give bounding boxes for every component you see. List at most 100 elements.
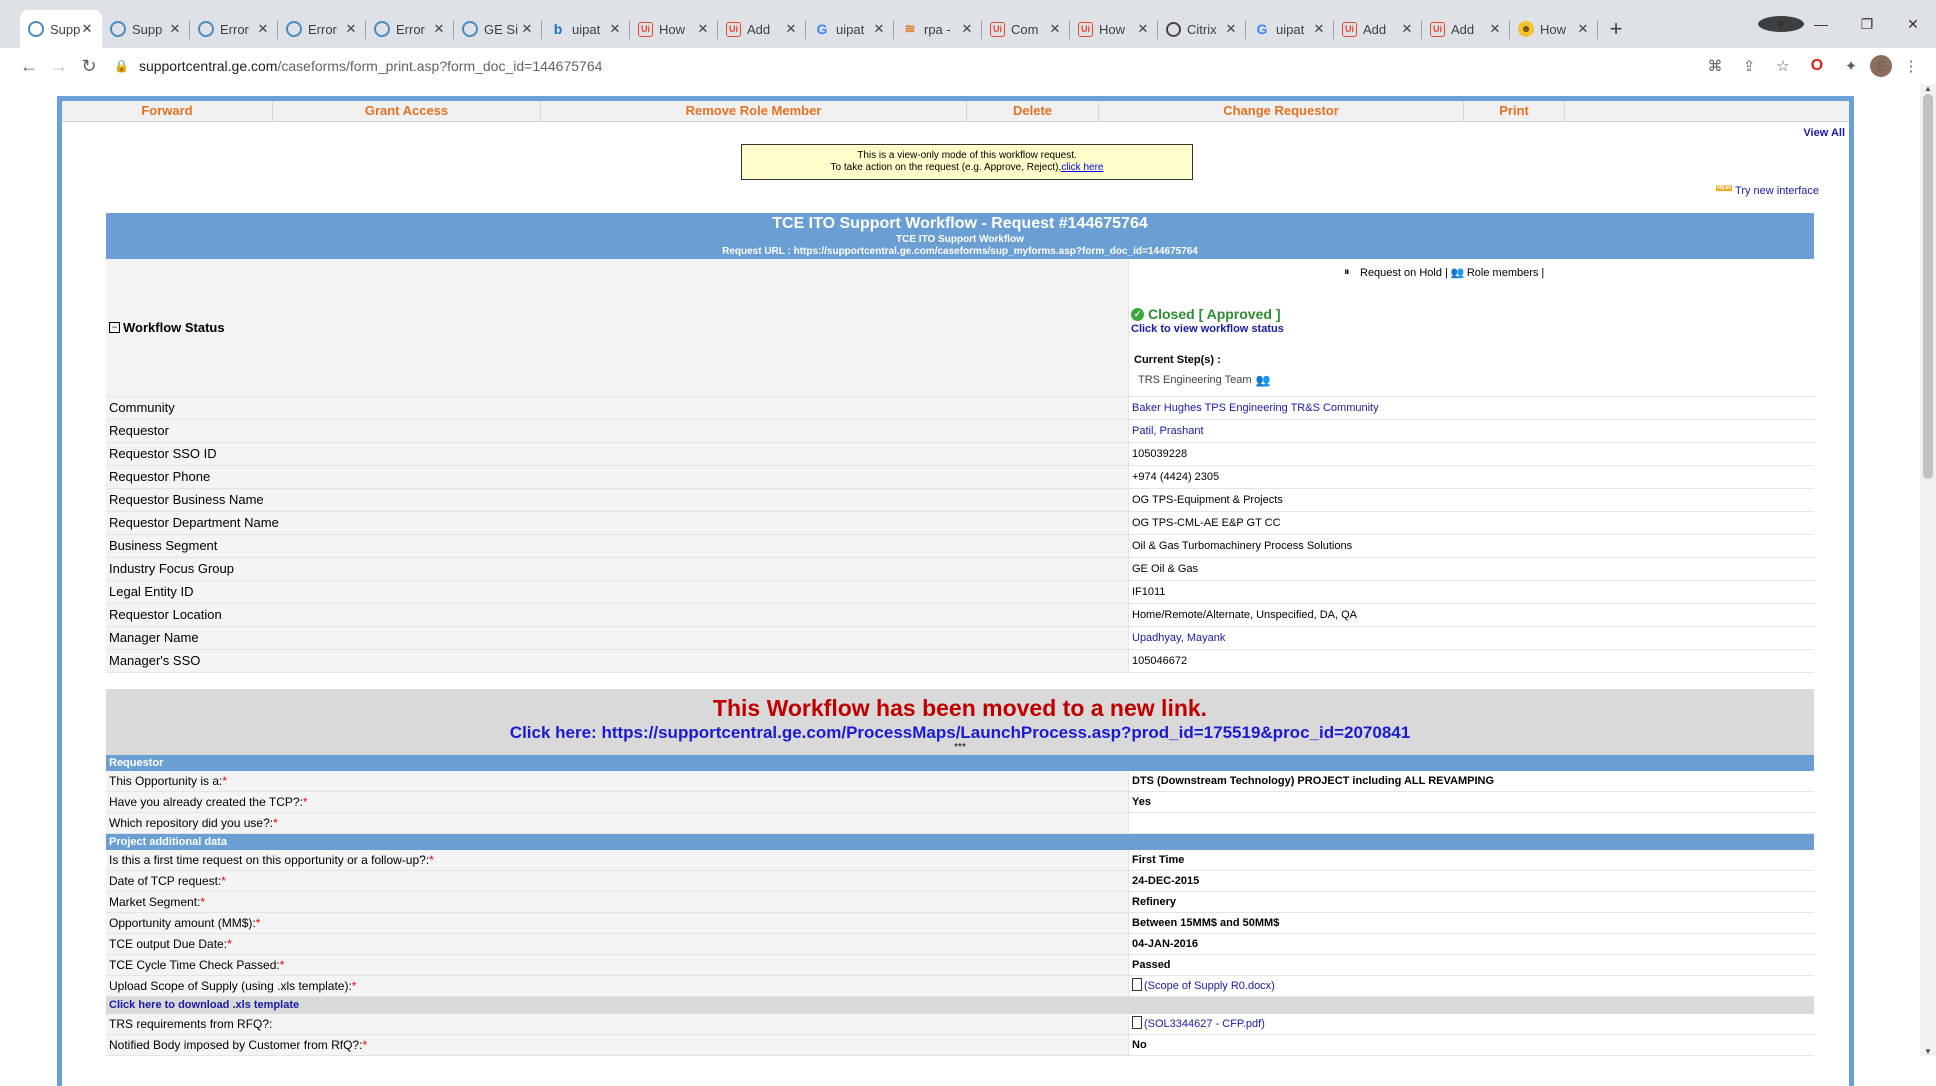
try-new-interface-link[interactable]: Try new interface [1735,185,1819,197]
close-icon[interactable]: ✕ [784,21,798,37]
browser-tab[interactable]: Error ✕ [366,10,454,48]
tab-title: How [659,21,686,37]
new-tab-button[interactable]: + [1598,10,1634,48]
close-icon[interactable]: ✕ [1488,21,1502,37]
form-row: Is this a first time request on this opp… [106,850,1814,871]
required-asterisk: * [362,1038,368,1052]
browser-tab[interactable]: Ui How ✕ [1070,10,1158,48]
minimize-button[interactable]: — [1798,16,1844,32]
current-step-name: TRS Engineering Team [1138,374,1252,386]
address-bar[interactable]: 🔒 supportcentral.ge.com/caseforms/form_p… [114,58,1700,74]
close-icon[interactable]: ✕ [1576,21,1590,37]
browser-tab[interactable]: Error ✕ [190,10,278,48]
browser-tab[interactable]: Ui Add ✕ [1422,10,1510,48]
action-delete-link[interactable]: Delete [967,101,1099,121]
request-on-hold-link[interactable]: Request on Hold | [1360,267,1448,279]
browser-tab[interactable]: Ui Com ✕ [982,10,1070,48]
field-value[interactable]: Patil, Prashant [1129,420,1814,442]
close-icon[interactable]: ✕ [1048,21,1062,37]
browser-tab[interactable]: b uipat ✕ [542,10,630,48]
field-value: 105046672 [1129,650,1814,672]
close-icon[interactable]: ✕ [696,21,710,37]
close-icon[interactable]: ✕ [608,21,622,37]
menu-kebab-icon[interactable]: ⋮ [1896,57,1926,75]
tab-search-button[interactable]: ▼ [1758,16,1804,32]
tab-title: Com [1011,21,1039,37]
form-value-text[interactable]: (Scope of Supply R0.docx) [1144,976,1275,996]
close-icon[interactable]: ✕ [872,21,886,37]
action-forward-link[interactable]: Forward [62,101,273,121]
request-title: TCE ITO Support Workflow - Request #1446… [772,215,1148,232]
restore-button[interactable]: ❐ [1844,16,1890,33]
form-value[interactable]: (Scope of Supply R0.docx) [1129,976,1814,996]
close-icon[interactable]: ✕ [960,21,974,37]
action-print-link[interactable]: Print [1464,101,1565,121]
browser-tab[interactable]: Guipat ✕ [806,10,894,48]
browser-tab[interactable]: Guipat ✕ [1246,10,1334,48]
form-value[interactable]: (SOL3344627 - CFP.pdf) [1129,1014,1814,1034]
forward-button[interactable]: → [44,56,74,77]
team-icon[interactable]: 👥 [1256,373,1271,387]
click-here-link[interactable]: click here [1061,162,1103,173]
action-remove-role-member-link[interactable]: Remove Role Member [541,101,967,121]
action-bar: Forward Grant Access Remove Role Member Del… [62,101,1849,122]
workflow-status-label[interactable]: − Workflow Status [106,259,1129,396]
action-grant-access-link[interactable]: Grant Access [273,101,541,121]
form-value-text[interactable]: (SOL3344627 - CFP.pdf) [1144,1014,1265,1034]
view-workflow-status-link[interactable]: Click to view workflow status [1131,323,1284,335]
back-button[interactable]: ← [14,56,44,77]
reload-button[interactable]: ↻ [74,56,104,77]
browser-tab[interactable]: Error ✕ [278,10,366,48]
field-value[interactable]: Baker Hughes TPS Engineering TR&S Commun… [1129,397,1814,419]
role-members-link[interactable]: Role members | [1467,267,1544,279]
browser-tab[interactable]: ☻ How ✕ [1510,10,1598,48]
bookmark-star-icon[interactable]: ☆ [1768,57,1798,75]
close-icon[interactable]: ✕ [1400,21,1414,37]
form-label: Opportunity amount (MM$):* [106,913,1129,933]
browser-tab[interactable]: Ui Add ✕ [718,10,806,48]
download-template-link[interactable]: Click here to download .xls template [106,997,1814,1014]
current-step: TRS Engineering Team 👥 [1138,373,1270,387]
browser-tab[interactable]: Ui How ✕ [630,10,718,48]
form-value-text: First Time [1132,854,1185,866]
browser-tab[interactable]: ≋ rpa - ✕ [894,10,982,48]
close-icon[interactable]: ✕ [520,21,534,37]
opera-extension-icon[interactable]: O [1802,57,1832,75]
close-icon[interactable]: ✕ [1136,21,1150,37]
close-icon[interactable]: ✕ [344,21,358,37]
field-label: Business Segment [106,535,1129,557]
close-window-button[interactable]: ✕ [1890,16,1936,33]
form-label-text: Opportunity amount (MM$): [109,916,256,930]
close-icon[interactable]: ✕ [256,21,270,37]
scroll-down-icon[interactable]: ▼ [1924,1047,1932,1056]
profile-avatar[interactable]: E [1870,55,1892,77]
close-icon[interactable]: ✕ [1224,21,1238,37]
tab-title: Add [1363,21,1387,37]
required-asterisk: * [221,874,226,888]
translate-icon[interactable]: ⌘ [1700,57,1730,75]
view-all-link[interactable]: View All [1803,127,1845,139]
form-label: Date of TCP request:* [106,871,1129,891]
close-icon[interactable]: ✕ [80,21,94,37]
tab-strip: Supp ✕ Supp ✕ Error ✕ Error ✕ Error ✕ GE Si ✕ b uipat… [0,0,1936,48]
try-new-interface[interactable]: NEW Try new interface [1716,185,1819,197]
close-icon[interactable]: ✕ [432,21,446,37]
extensions-puzzle-icon[interactable]: ✦ [1836,57,1866,75]
scrollbar-thumb[interactable] [1923,94,1933,479]
browser-tab[interactable]: Supp ✕ [102,10,190,48]
new-process-link[interactable]: Click here: https://supportcentral.ge.co… [106,723,1814,743]
page-scrollbar[interactable]: ▲ ▼ [1920,84,1936,1056]
field-value[interactable]: Upadhyay, Mayank [1129,627,1814,649]
browser-tab[interactable]: Citrix ✕ [1158,10,1246,48]
share-icon[interactable]: ⇪ [1734,57,1764,75]
browser-tab[interactable]: Ui Add ✕ [1334,10,1422,48]
form-value-text: DTS (Downstream Technology) PROJECT incl… [1132,775,1495,787]
close-icon[interactable]: ✕ [1312,21,1326,37]
collapse-icon[interactable]: − [109,322,120,333]
browser-tab[interactable]: GE Si ✕ [454,10,542,48]
browser-tab[interactable]: Supp ✕ [20,10,102,48]
action-change-requestor-link[interactable]: Change Requestor [1099,101,1464,121]
close-icon[interactable]: ✕ [168,21,182,37]
scroll-up-icon[interactable]: ▲ [1924,84,1932,93]
form-label-text: Is this a first time request on this opp… [109,853,430,867]
